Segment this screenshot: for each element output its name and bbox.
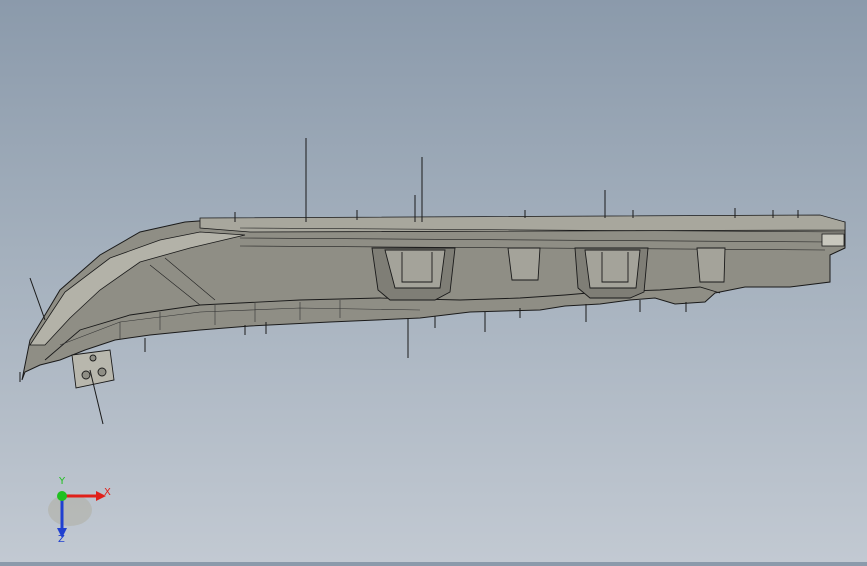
end-cap: [821, 233, 845, 247]
pocket-4: [696, 247, 726, 283]
top-flange: [199, 214, 846, 233]
y-axis-label: Y: [59, 476, 66, 487]
pocket-3: [574, 247, 649, 299]
triad-shadow: [48, 494, 92, 526]
pocket-1: [371, 247, 456, 301]
pocket-2: [507, 247, 541, 281]
z-axis-label: Z: [58, 534, 65, 545]
graphics-viewport[interactable]: X Y Z: [0, 0, 867, 562]
part-model[interactable]: [0, 0, 867, 562]
x-axis-label: X: [104, 487, 111, 498]
y-axis-arrow: [57, 491, 67, 501]
axis-triad: X Y Z: [40, 476, 120, 550]
